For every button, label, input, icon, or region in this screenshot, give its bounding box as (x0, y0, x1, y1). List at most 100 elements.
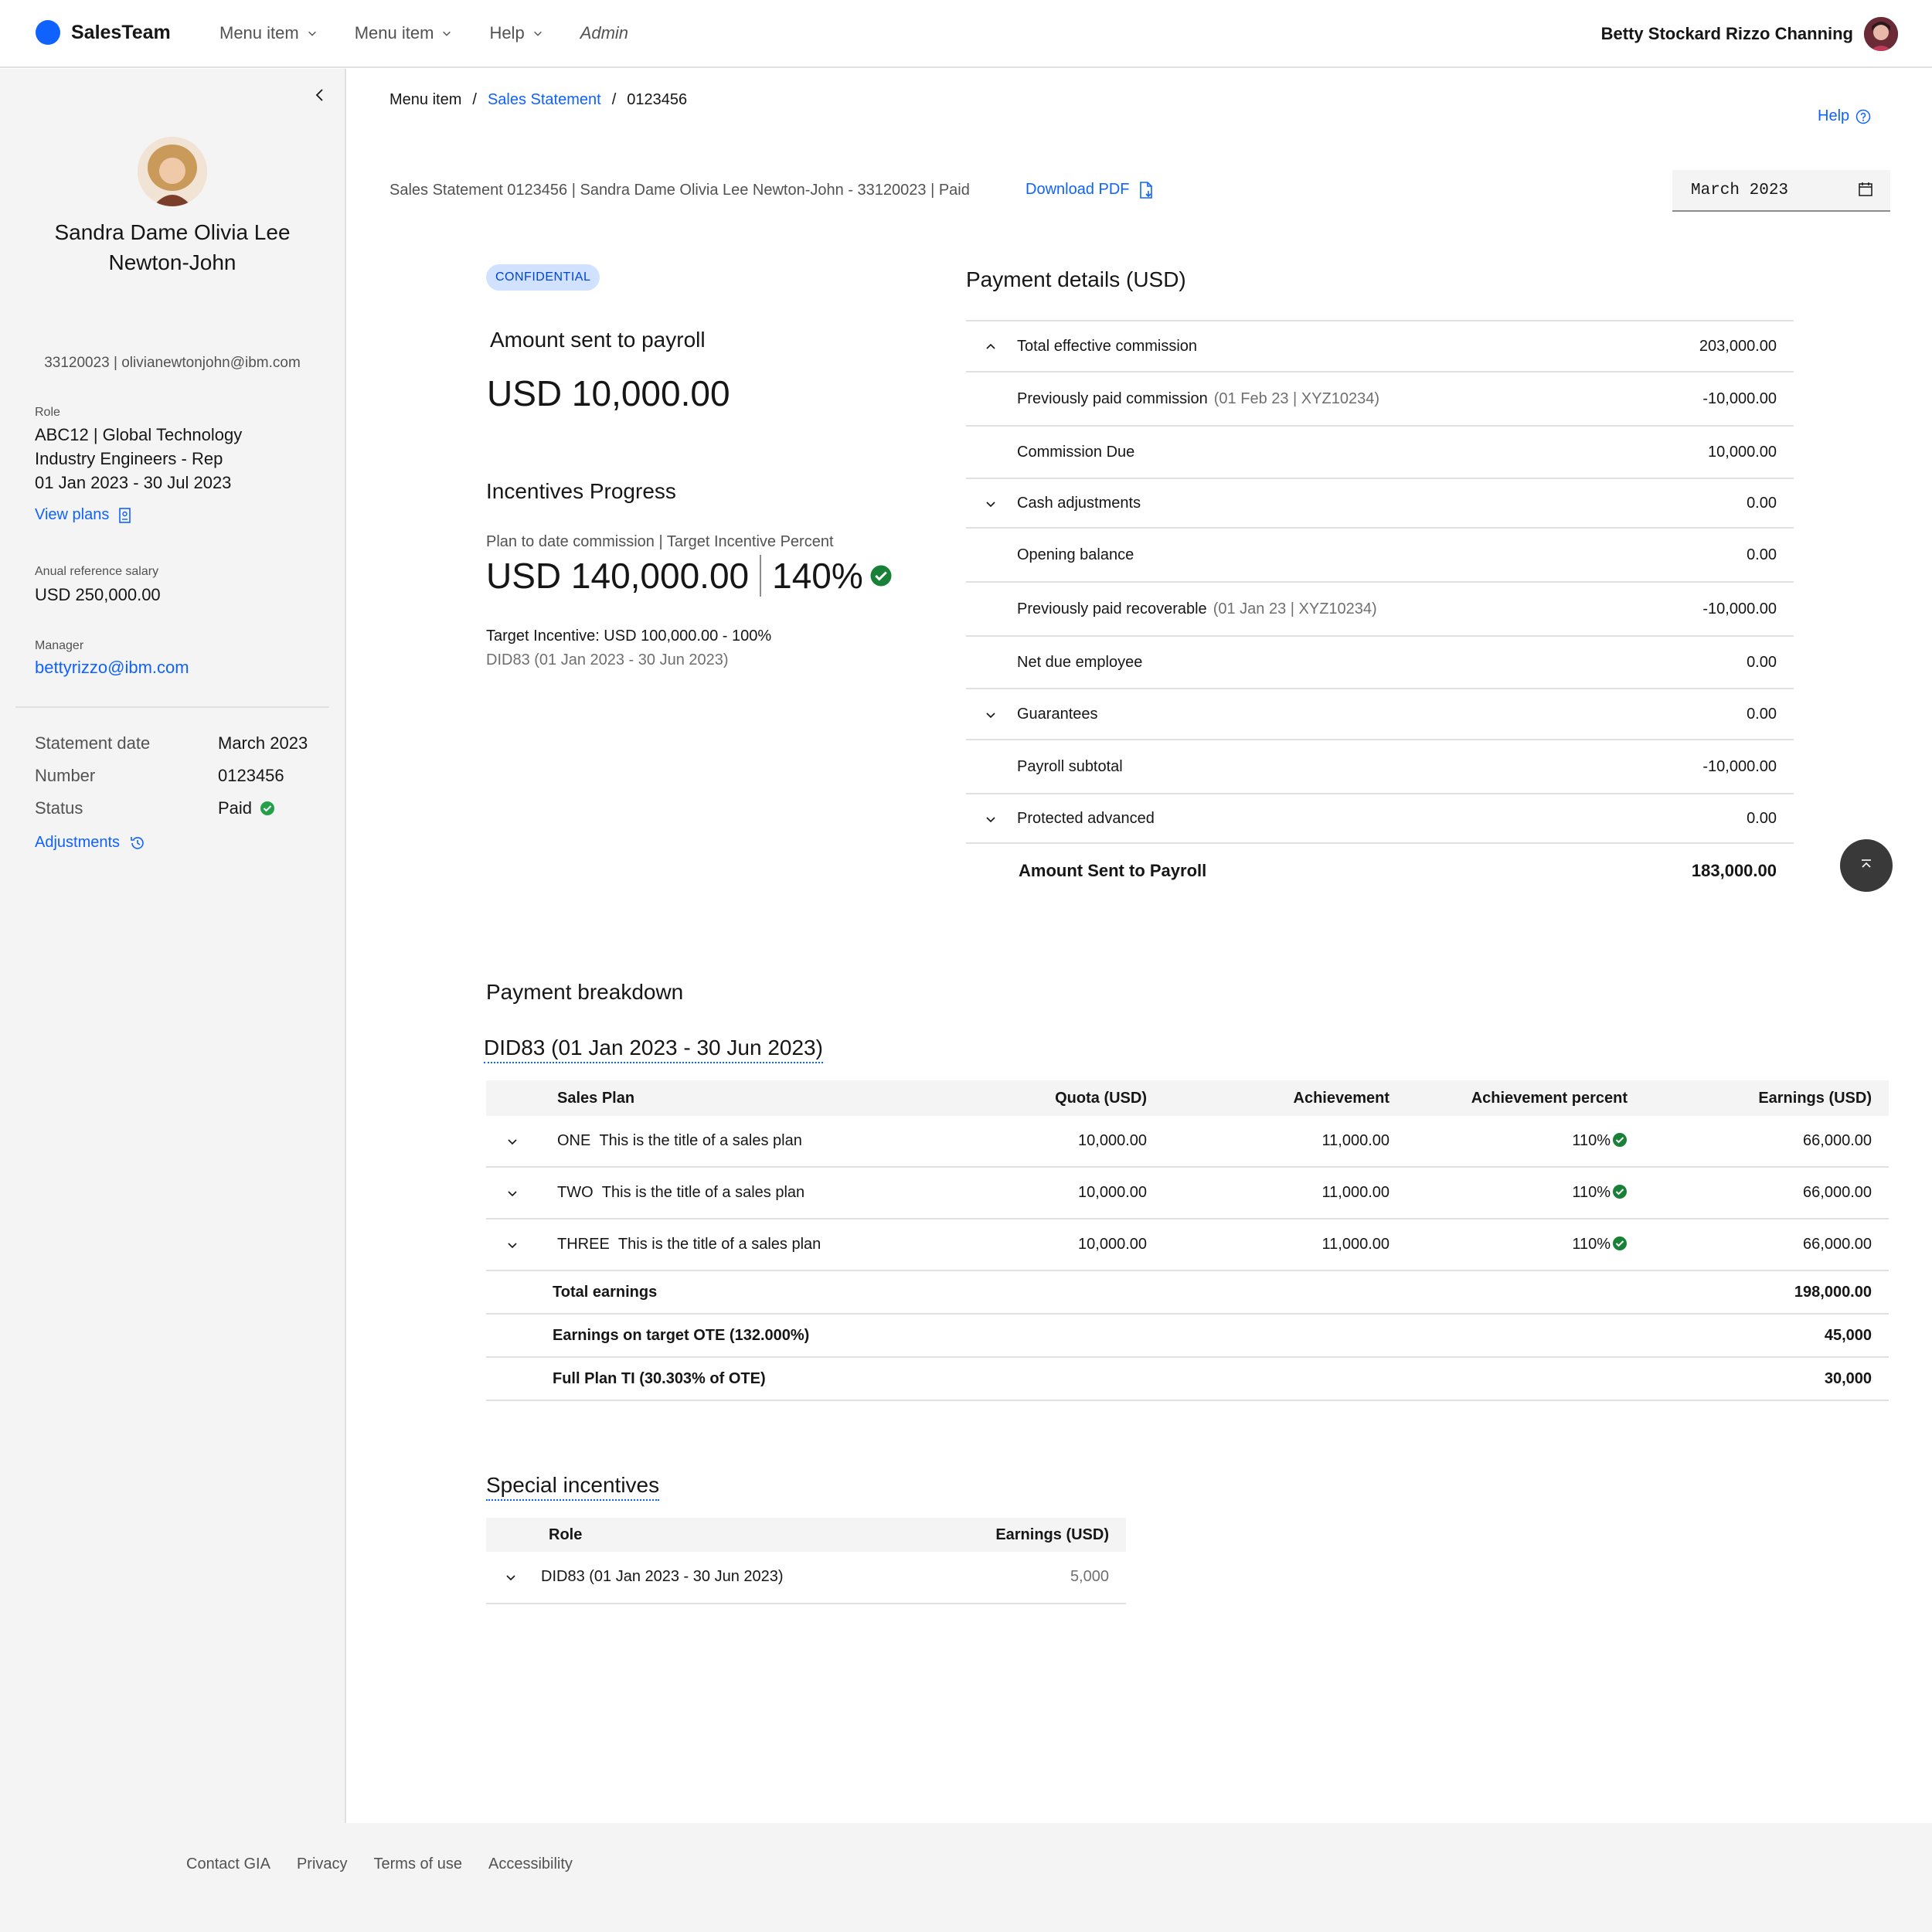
number-label: Number (35, 766, 96, 785)
table-row[interactable]: ONE This is the title of a sales plan 10,… (486, 1116, 1889, 1168)
document-icon (119, 507, 131, 523)
month-date-picker[interactable]: March 2023 (1672, 170, 1890, 212)
plan-code: THREE (557, 1236, 610, 1253)
earnings-cell: 66,000.00 (1803, 1132, 1872, 1149)
adjustments-link[interactable]: Adjustments (35, 834, 146, 852)
nav-help[interactable]: Help (489, 23, 543, 43)
detail-label-text: Protected advanced (1017, 810, 1155, 827)
sales-plan-cell: THREE This is the title of a sales plan (557, 1236, 821, 1253)
payment-detail-row[interactable]: Protected advanced 0.00 (966, 794, 1794, 844)
payment-detail-row[interactable]: Cash adjustments 0.00 (966, 479, 1794, 529)
user-avatar[interactable] (1864, 17, 1898, 51)
table-body: ONE This is the title of a sales plan 10,… (486, 1116, 1889, 1271)
chevron-down-icon[interactable] (506, 1187, 519, 1199)
col-achievement[interactable]: Achievement (1294, 1090, 1390, 1107)
chevron-down-icon[interactable] (985, 813, 997, 825)
footer-link[interactable]: Contact GIA (186, 1855, 270, 1873)
profile-sidebar: Sandra Dame Olivia Lee Newton-John 33120… (0, 69, 346, 1823)
did-period-text: DID83 (01 Jan 2023 - 30 Jun 2023) (486, 651, 729, 668)
payment-detail-amount: 0.00 (1747, 495, 1777, 512)
calendar-icon[interactable] (1858, 182, 1873, 197)
expand-row-toggle[interactable] (506, 1134, 519, 1152)
table-row[interactable]: TWO This is the title of a sales plan 10,… (486, 1168, 1889, 1219)
col-earnings[interactable]: Earnings (USD) (995, 1526, 1109, 1544)
brand[interactable]: SalesTeam (36, 20, 171, 45)
manager-email-link[interactable]: bettyrizzo@ibm.com (35, 658, 189, 678)
plan-title: This is the title of a sales plan (617, 1236, 821, 1253)
col-role[interactable]: Role (549, 1526, 582, 1544)
payment-detail-row[interactable]: Guarantees 0.00 (966, 689, 1794, 740)
payment-detail-amount: -10,000.00 (1702, 600, 1777, 617)
col-earnings[interactable]: Earnings (USD) (1758, 1090, 1872, 1107)
payment-detail-row[interactable]: Total effective commission 203,000.00 (966, 321, 1794, 372)
nav-menu-item-1[interactable]: Menu item (219, 23, 318, 43)
payment-detail-amount: 203,000.00 (1699, 338, 1777, 355)
user-menu[interactable]: Betty Stockard Rizzo Channing (1601, 17, 1898, 51)
expand-row-toggle[interactable] (506, 1186, 519, 1204)
table-row[interactable]: THREE This is the title of a sales plan 1… (486, 1219, 1889, 1271)
payment-detail-amount: 0.00 (1747, 546, 1777, 563)
chevron-left-icon[interactable] (311, 86, 329, 104)
chevron-down-icon[interactable] (506, 1135, 519, 1148)
col-sales-plan[interactable]: Sales Plan (557, 1090, 634, 1107)
achievement-percent-cell: 110% (1572, 1132, 1628, 1150)
breakdown-period-tab[interactable]: DID83 (01 Jan 2023 - 30 Jun 2023) (484, 1036, 823, 1063)
payment-total-label: Amount Sent to Payroll (1019, 861, 1207, 880)
manager-label: Manager (35, 639, 84, 652)
status-value: Paid (218, 798, 275, 818)
nav-admin[interactable]: Admin (580, 23, 628, 43)
role-cell: DID83 (01 Jan 2023 - 30 Jun 2023) (541, 1568, 784, 1585)
detail-label-text: Opening balance (1017, 546, 1134, 563)
statement-summary-line: Sales Statement 0123456 | Sandra Dame Ol… (389, 182, 970, 199)
payment-detail-amount: 0.00 (1747, 810, 1777, 827)
detail-label-text: Cash adjustments (1017, 495, 1141, 512)
summary-row: Earnings on target OTE (132.000%) 45,000 (486, 1315, 1889, 1358)
plan-commission-value: USD 140,000.00 (486, 556, 750, 596)
detail-note: (01 Feb 23 | XYZ10234) (1213, 390, 1379, 407)
achievement-percent-cell: 110% (1572, 1184, 1628, 1202)
statement-date-label: Statement date (35, 733, 151, 753)
special-incentives-title[interactable]: Special incentives (486, 1473, 660, 1501)
detail-label-text: Net due employee (1017, 654, 1143, 671)
detail-label-text: Total effective commission (1017, 338, 1198, 355)
chevron-down-icon[interactable] (985, 498, 997, 510)
payment-detail-amount: 10,000.00 (1708, 444, 1777, 461)
summary-label: Total earnings (553, 1284, 658, 1301)
help-link[interactable]: Help (1818, 107, 1871, 125)
earnings-cell: 66,000.00 (1803, 1236, 1872, 1253)
table-header: Role Earnings (USD) (486, 1518, 1126, 1552)
chevron-up-icon[interactable] (985, 341, 997, 353)
footer-link[interactable]: Accessibility (488, 1855, 573, 1873)
amount-sent-value: USD 10,000.00 (487, 373, 730, 413)
footer-link[interactable]: Privacy (297, 1855, 348, 1873)
chevron-down-icon[interactable] (505, 1571, 517, 1583)
plan-code: TWO (557, 1184, 594, 1201)
arrow-up-to-top-icon (1862, 859, 1871, 868)
col-quota[interactable]: Quota (USD) (1055, 1090, 1147, 1107)
chevron-down-icon[interactable] (506, 1239, 519, 1251)
summary-row: Full Plan TI (30.303% of OTE) 30,000 (486, 1358, 1889, 1401)
breadcrumb-current: 0123456 (627, 91, 688, 108)
incentives-progress-title: Incentives Progress (486, 479, 676, 503)
footer-link[interactable]: Terms of use (374, 1855, 462, 1873)
confidential-tag: CONFIDENTIAL (486, 264, 600, 291)
breadcrumb-item-1[interactable]: Menu item (389, 91, 461, 109)
sales-plan-cell: TWO This is the title of a sales plan (557, 1184, 804, 1202)
expand-row-toggle[interactable] (505, 1570, 517, 1588)
breadcrumb-separator: / (472, 91, 477, 108)
chevron-down-icon[interactable] (985, 709, 997, 721)
expand-row-toggle[interactable] (506, 1238, 519, 1256)
table-row[interactable]: DID83 (01 Jan 2023 - 30 Jun 2023) 5,000 (486, 1552, 1126, 1604)
view-plans-link[interactable]: View plans (35, 506, 132, 524)
download-pdf-link[interactable]: Download PDF (1026, 181, 1153, 199)
sidebar-divider (15, 706, 329, 708)
col-achievement-percent[interactable]: Achievement percent (1471, 1090, 1628, 1107)
nav-menu-item-2[interactable]: Menu item (355, 23, 453, 43)
plan-code: ONE (557, 1132, 591, 1149)
sales-plan-cell: ONE This is the title of a sales plan (557, 1132, 802, 1150)
user-name: Betty Stockard Rizzo Channing (1600, 24, 1853, 43)
breadcrumb-item-2[interactable]: Sales Statement (488, 91, 601, 109)
scroll-to-top-button[interactable] (1840, 839, 1893, 892)
nav-label: Menu item (354, 23, 434, 43)
footer: Contact GIA Privacy Terms of use Accessibil… (0, 1823, 1932, 1932)
